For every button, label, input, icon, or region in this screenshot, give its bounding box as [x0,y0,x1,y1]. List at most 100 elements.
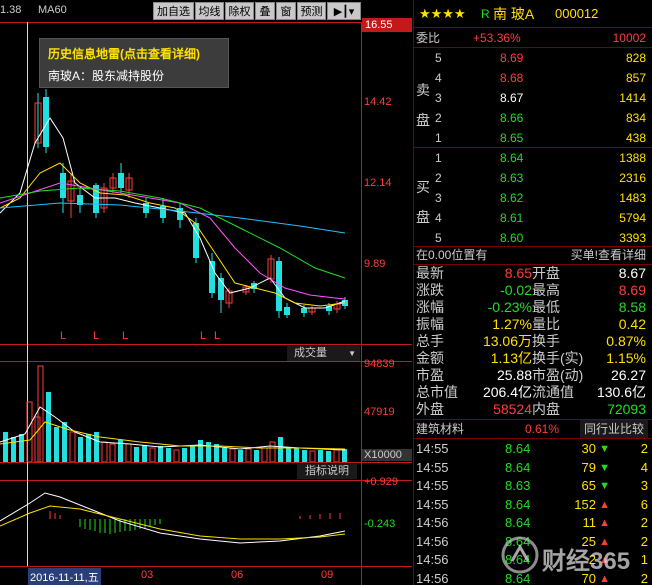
overlay-button[interactable]: 叠 [255,2,275,20]
position-notice-left: 在0.00位置有 [416,248,488,262]
sell-volume: 857 [625,71,646,85]
quote-row: 涨幅 -0.23% 最低 8.58 [413,299,652,316]
sell-volume: 438 [625,131,646,145]
level-number: 4 [435,71,442,85]
kline-price-label: 12.14 [364,177,392,189]
order-ratio-row: 委比 +53.36% 10002 [413,29,652,47]
add-favorite-button[interactable]: 加自选 [153,2,194,20]
quote-label: 最低 [532,299,560,315]
tick-count: 6 [640,496,648,512]
buy-volume: 3393 [619,231,646,245]
tick-time: 14:56 [416,515,449,530]
watermark-logo: 财经365 [500,527,650,582]
buy-level-4[interactable]: 4 8.61 5794 [413,209,652,227]
industry-row: 建筑材料 0.61% 同行业比较 [413,420,652,438]
arrow-down-icon: ▼ [599,461,610,474]
date-tick: 03 [141,569,154,581]
stock-header[interactable]: ★★★★ R 南 玻A 000012 [413,3,652,25]
tooltip-title[interactable]: 历史信息地雷(点击查看详细) [48,45,200,62]
quote-label: 流通值 [532,384,574,400]
separator [413,438,652,439]
quote-row: 振幅 1.27% 量比 0.42 [413,316,652,333]
level-number: 3 [435,91,442,105]
buy-volume: 2316 [619,171,646,185]
separator [413,47,652,48]
quote-label: 最新 [416,265,444,281]
quote-value: 1.15% [606,350,646,366]
buy-level-1[interactable]: 1 8.64 1388 [413,149,652,167]
chart-area[interactable]: 1.38 MA60 加自选 均线 除权 叠 窗 预测 ▶┃▾ L L L L L… [0,0,412,585]
header-separator [413,27,652,28]
forecast-button[interactable]: 预测 [297,2,326,20]
history-info-tooltip[interactable]: 历史信息地雷(点击查看详细) 南玻A：股东减持股份 [39,38,229,88]
level-number: 1 [435,151,442,165]
buy-price: 8.63 [500,171,524,185]
rating-stars: ★★★★ [419,6,466,21]
industry-compare-button[interactable]: 同行业比较 [579,420,648,438]
quote-value: 1.27% [492,316,532,332]
tick-row: 14:55 8.64 152 ▲ 6 [413,496,652,514]
sell-volume: 828 [625,51,646,65]
level-number: 2 [435,171,442,185]
industry-name: 建筑材料 [416,422,465,436]
quote-label: 涨跌 [416,282,444,298]
quote-row: 总手 13.06万 换手 0.87% [413,333,652,350]
date-tick: 09 [321,569,334,581]
position-notice-link[interactable]: 买单!查看详细 [571,246,646,264]
sell-price: 8.67 [500,91,524,105]
kline-price-label: 14.42 [364,96,392,108]
order-ratio-label: 委比 [416,31,441,45]
arrow-up-icon: ▲ [599,498,610,511]
quote-label: 量比 [532,316,560,332]
svg-text:L: L [122,330,128,342]
watermark-icon [501,536,539,574]
quote-label: 市盈 [416,367,444,383]
quote-label: 市盈(动) [532,367,584,383]
stock-name: 南 玻A [493,6,535,22]
quote-value: 0.87% [606,333,646,349]
window-button[interactable]: 窗 [276,2,296,20]
level-number: 1 [435,131,442,145]
macd-label: +0.929 [364,476,398,488]
buy-level-2[interactable]: 2 8.63 2316 [413,169,652,187]
quote-value: 8.58 [618,299,646,315]
position-notice[interactable]: 在0.00位置有 买单!查看详细 [413,246,652,264]
quote-value: 13.06万 [482,333,532,349]
quote-value: 206.4亿 [482,384,532,400]
ma-price-label: 1.38 [0,4,22,16]
sell-level-2[interactable]: 2 8.66 834 [413,109,652,127]
level-number: 3 [435,191,442,205]
buy-level-5[interactable]: 5 8.60 3393 [413,229,652,247]
quote-label: 振幅 [416,316,444,332]
quote-value: 8.69 [618,282,646,298]
quote-row: 最新 8.65 开盘 8.67 [413,265,652,282]
volume-label: 94839 [364,358,395,370]
volume-menu[interactable]: 成交量 ▼ [287,346,360,361]
sell-volume: 834 [625,111,646,125]
quote-panel: ★★★★ R 南 玻A 000012 委比 +53.36% 10002 卖 盘 … [413,0,652,585]
quote-value: 26.27 [610,367,646,383]
watermark-text: 财经365 [542,548,631,575]
quote-value: 0.42 [618,316,646,332]
buy-level-3[interactable]: 3 8.62 1483 [413,189,652,207]
quote-value: -0.02 [500,282,532,298]
flag-arrow-icon: ▶┃▾ [333,6,355,18]
volume-chart [0,365,347,462]
sell-level-4[interactable]: 4 8.68 857 [413,69,652,87]
buy-volume: 1388 [619,151,646,165]
sell-level-5[interactable]: 5 8.69 828 [413,49,652,67]
arrow-menu-button[interactable]: ▶┃▾ [327,2,361,20]
indicator-help-button[interactable]: 指标说明 [297,464,357,479]
level-number: 4 [435,211,442,225]
sell-level-1[interactable]: 1 8.65 438 [413,129,652,147]
quote-label: 金额 [416,350,444,366]
svg-text:L: L [93,330,99,342]
level-number: 2 [435,111,442,125]
quote-value: 1.13亿 [490,350,532,366]
sell-level-3[interactable]: 3 8.67 1414 [413,89,652,107]
ma-button[interactable]: 均线 [195,2,224,20]
ex-rights-button[interactable]: 除权 [225,2,254,20]
quote-value: 72093 [607,401,646,417]
svg-text:L: L [214,330,220,342]
buy-volume: 1483 [619,191,646,205]
